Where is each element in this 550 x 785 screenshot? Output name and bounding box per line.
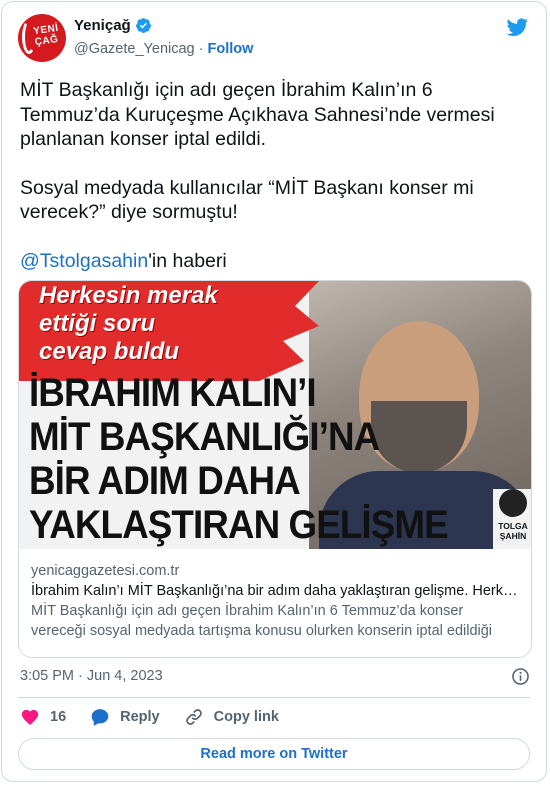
like-button[interactable]: 16	[20, 707, 66, 727]
image-headline-big-4: YAKLAŞTIRAN GELİŞME	[29, 503, 449, 547]
image-headline-big-1: İBRAHIM KALIN’I	[29, 371, 317, 415]
link-info: yenicaggazetesi.com.tr İbrahim Kalın’ı M…	[31, 561, 519, 641]
follow-button[interactable]: Follow	[208, 41, 254, 57]
tweet-timestamp[interactable]: 3:05 PM · Jun 4, 2023	[20, 668, 163, 684]
image-headline-small-1: Herkesin merak	[39, 282, 218, 309]
author-badge-last: ŞAHİN	[499, 531, 527, 541]
divider	[18, 697, 530, 698]
image-headline-big-3: BİR ADIM DAHA	[29, 459, 301, 503]
author-badge: TOLGA ŞAHİN	[493, 489, 531, 549]
tweet-card: YENİ ÇAĞ Yeniçağ @Gazete_Yenicag · Follo…	[1, 1, 547, 782]
image-headline-big-2: MİT BAŞKANLIĞI’NA	[29, 415, 380, 459]
link-icon	[185, 709, 202, 725]
verified-badge-icon	[135, 18, 151, 33]
tweet-text: MİT Başkanlığı için adı geçen İbrahim Ka…	[20, 78, 500, 273]
info-icon[interactable]	[511, 667, 530, 686]
tweet-header: YENİ ÇAĞ Yeniçağ @Gazete_Yenicag · Follo…	[18, 14, 530, 62]
image-headline-small-2: ettiği soru	[39, 310, 156, 337]
author-avatar	[499, 489, 527, 517]
tweet-paragraph-2: Sosyal medyada kullanıcılar “MİT Başkanı…	[20, 176, 474, 224]
avatar-logo-text: YENİ ÇAĞ	[32, 22, 60, 49]
twitter-bird-icon[interactable]	[505, 16, 530, 38]
copy-link-label: Copy link	[213, 709, 279, 725]
link-title: İbrahim Kalın’ı MİT Başkanlığı’na bir ad…	[31, 583, 519, 599]
copy-link-button[interactable]: Copy link	[184, 707, 279, 727]
tweet-paragraph-3: @Tstolgasahin'in haberi	[20, 249, 500, 274]
reply-label: Reply	[120, 709, 160, 725]
reply-button[interactable]: Reply	[90, 707, 160, 727]
like-count: 16	[50, 709, 67, 725]
author-badge-first: TOLGA	[498, 521, 528, 531]
heart-icon	[21, 709, 39, 725]
mention-link[interactable]: @Tstolgasahin	[20, 250, 148, 272]
account-name[interactable]: Yeniçağ	[74, 17, 131, 34]
tweet-paragraph-1: MİT Başkanlığı için adı geçen İbrahim Ka…	[20, 79, 495, 150]
author-badge-name: TOLGA ŞAHİN	[493, 521, 531, 541]
tweet-actions: 16 Reply Copy link	[20, 707, 303, 727]
image-headline-small-3: cevap buldu	[39, 338, 180, 365]
name-row: Yeniçağ	[74, 17, 152, 34]
handle-row: @Gazete_Yenicag · Follow	[74, 41, 253, 57]
link-domain: yenicaggazetesi.com.tr	[31, 563, 180, 579]
link-description: MİT Başkanlığı için adı geçen İbrahim Ka…	[31, 603, 493, 639]
link-preview-image[interactable]: Herkesin merak ettiği soru cevap buldu İ…	[19, 281, 531, 549]
link-card[interactable]: Herkesin merak ettiği soru cevap buldu İ…	[18, 280, 532, 658]
avatar[interactable]: YENİ ÇAĞ	[18, 14, 66, 62]
separator-dot: ·	[198, 41, 204, 57]
account-handle[interactable]: @Gazete_Yenicag	[74, 41, 195, 57]
reply-bubble-icon	[91, 709, 109, 726]
read-more-button[interactable]: Read more on Twitter	[18, 738, 530, 770]
mention-suffix: 'in haberi	[148, 249, 227, 272]
